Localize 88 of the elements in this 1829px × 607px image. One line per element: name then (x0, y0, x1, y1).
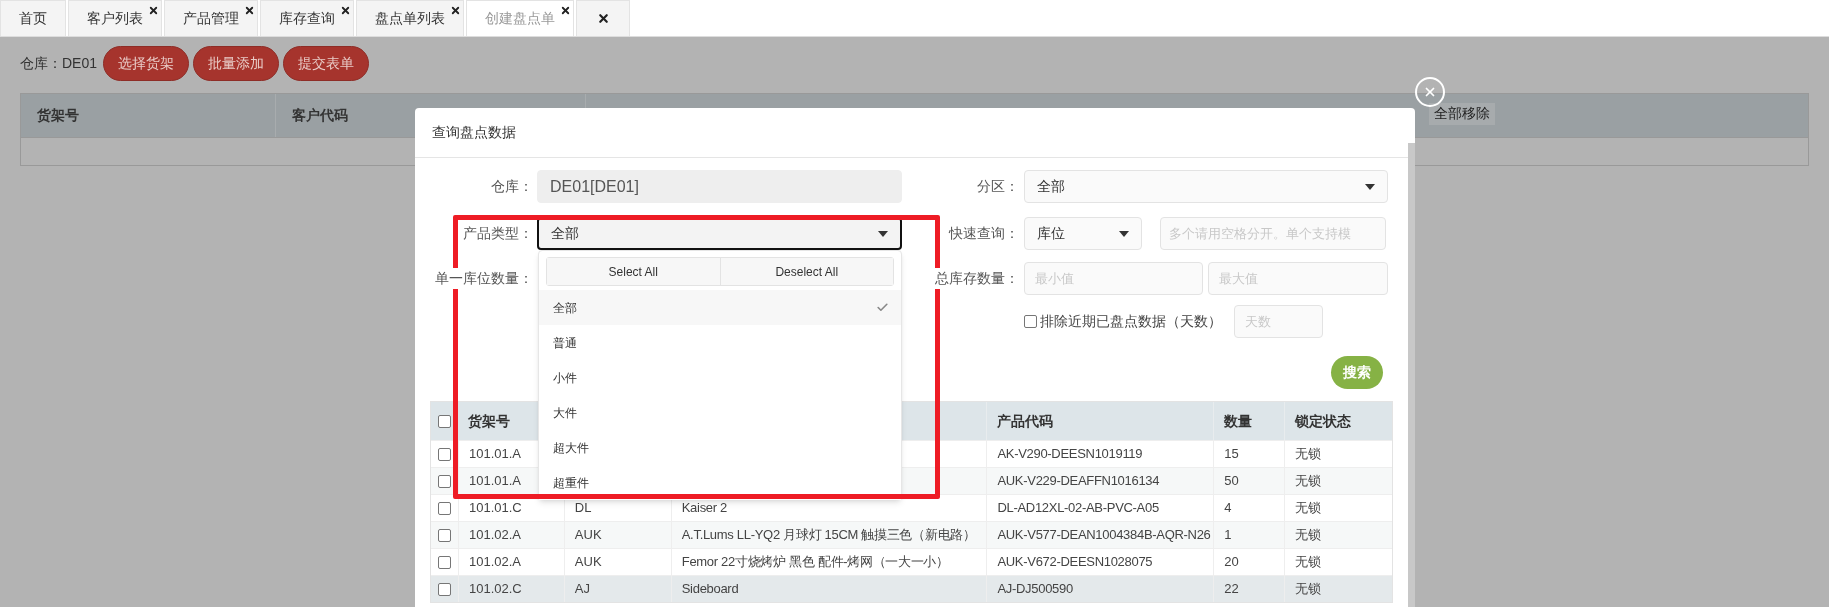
table-cell-text: 无锁 (1295, 445, 1322, 464)
table-cell-text: AJ (574, 580, 591, 599)
table-cell-text: 15 (1224, 445, 1239, 464)
dropdown-option[interactable]: 大件 (539, 395, 901, 430)
checkbox[interactable] (438, 447, 451, 461)
field-label: 分区： (976, 177, 1019, 196)
caret-icon (1119, 230, 1129, 237)
table-cell-text: 无锁 (1295, 580, 1322, 599)
dropdown-option[interactable]: 小件 (539, 360, 901, 395)
caret-icon (1365, 183, 1375, 190)
page-tab[interactable]: 库存查询 (260, 0, 354, 36)
column-header: 货架号 (37, 106, 79, 125)
table-cell-text: Sideboard (681, 580, 739, 599)
checkbox[interactable] (438, 501, 451, 515)
checkbox[interactable] (438, 582, 451, 596)
checkbox[interactable] (438, 414, 451, 428)
caret-icon (878, 230, 888, 237)
zone-select[interactable]: 全部 (1024, 170, 1388, 203)
table-cell-text: Kaiser 2 (681, 499, 728, 518)
table-cell-text: 101.02.A (468, 526, 521, 545)
select-all-button[interactable]: Select All (547, 258, 721, 285)
table-cell-text: AUK-V672-DEESN1028075 (997, 553, 1153, 572)
table-cell-text: Femor 22寸烧烤炉 黑色 配件-烤网（一大一小） (681, 553, 949, 572)
toolbar-button[interactable]: 提交表单 (283, 46, 370, 81)
checkbox-label: 排除近期已盘点数据（天数） (1040, 312, 1223, 331)
close-icon[interactable] (148, 5, 159, 16)
column-header: 客户代码 (292, 106, 348, 125)
table-cell-text: 101.01.A (468, 445, 521, 464)
table-cell-text: 22 (1224, 580, 1239, 599)
close-icon[interactable] (340, 5, 351, 16)
close-icon (596, 12, 610, 25)
table-cell-text: 4 (1224, 499, 1232, 518)
dropdown-option[interactable]: 全部 (539, 290, 901, 325)
checkbox[interactable] (438, 528, 451, 542)
close-icon[interactable] (560, 5, 571, 16)
field-label: 仓库： (490, 177, 533, 196)
table-cell-text: 无锁 (1295, 553, 1322, 572)
table-cell-text: A.T.Lums LL-YQ2 月球灯 15CM 触摸三色（新电路） (681, 526, 976, 545)
table-cell-text: 101.02.C (468, 580, 522, 599)
check-icon (876, 301, 889, 314)
column-header: 产品代码 (997, 411, 1054, 431)
close-icon (1423, 85, 1437, 99)
table-cell-text: 无锁 (1295, 472, 1322, 491)
dropdown-option[interactable]: 普通 (539, 325, 901, 360)
checkbox[interactable] (438, 474, 451, 488)
page-tab[interactable]: 首页 (0, 0, 66, 36)
column-header: 货架号 (467, 412, 510, 429)
table-cell-text: 1 (1224, 526, 1232, 545)
table-cell-text: AK-V290-DEESN1019119 (997, 445, 1143, 464)
remove-all-button[interactable]: 全部移除 (1429, 102, 1495, 125)
table-cell-text: AUK (574, 526, 602, 545)
table-row[interactable]: 101.02.A AUK A.T.Lums LL-YQ2 月球灯 15CM 触摸三色（新电路） AUK-V577-DEAN1004384B-AQR-N26 1 无锁 (431, 521, 1392, 548)
field-label: 快速查询： (947, 224, 1019, 243)
column-header: 数量 (1224, 411, 1253, 431)
page-tab[interactable]: 盘点单列表 (356, 0, 464, 36)
table-cell-text: AJ-DJ500590 (997, 580, 1073, 599)
close-button[interactable] (1415, 77, 1445, 107)
table-cell-text: 无锁 (1295, 499, 1322, 518)
close-all-tab[interactable] (576, 0, 630, 36)
warehouse-field: DE01[DE01] (537, 170, 902, 203)
checkbox[interactable] (438, 555, 451, 569)
dropdown-option[interactable]: 超大件 (539, 430, 901, 465)
checkbox[interactable] (1024, 315, 1037, 328)
toolbar-button[interactable]: 选择货架 (103, 46, 190, 81)
table-cell-text: AUK-V577-DEAN1004384B-AQR-N26 (997, 526, 1211, 545)
page-tab[interactable]: 产品管理 (164, 0, 258, 36)
deselect-all-button[interactable]: Deselect All (720, 258, 893, 285)
table-row[interactable]: 101.02.A AUK Femor 22寸烧烤炉 黑色 配件-烤网（一大一小） AUK-V672-DEESN1028075 20 无锁 (431, 548, 1392, 575)
table-cell-text: AUK (574, 553, 602, 572)
search-type-select[interactable]: 库位 (1024, 217, 1142, 250)
toolbar-button[interactable]: 批量添加 (193, 46, 280, 81)
table-row[interactable]: 101.02.C AJ Sideboard AJ-DJ500590 22 无锁 (431, 575, 1392, 602)
close-icon[interactable] (450, 5, 461, 16)
table-cell-text: DL-AD12XL-02-AB-PVC-A05 (997, 499, 1159, 518)
column-header: 锁定状态 (1295, 411, 1352, 431)
table-cell-text: 101.01.A (468, 472, 521, 491)
field-label: 产品类型： (462, 224, 533, 243)
table-cell-text: AUK-V229-DEAFFN1016134 (997, 472, 1160, 491)
close-icon[interactable] (244, 5, 255, 16)
warehouse-label: 仓库：DE01 (20, 54, 98, 73)
table-cell-text: 101.01.C (468, 499, 522, 518)
table-cell-text: DL (574, 499, 592, 518)
page-tab[interactable]: 客户列表 (68, 0, 162, 36)
table-cell-text: 无锁 (1295, 526, 1322, 545)
table-cell-text: 50 (1224, 472, 1239, 491)
table-cell-text: 101.02.A (468, 553, 521, 572)
dialog-title: 查询盘点数据 (432, 123, 516, 142)
table-cell-text: 20 (1224, 553, 1239, 572)
